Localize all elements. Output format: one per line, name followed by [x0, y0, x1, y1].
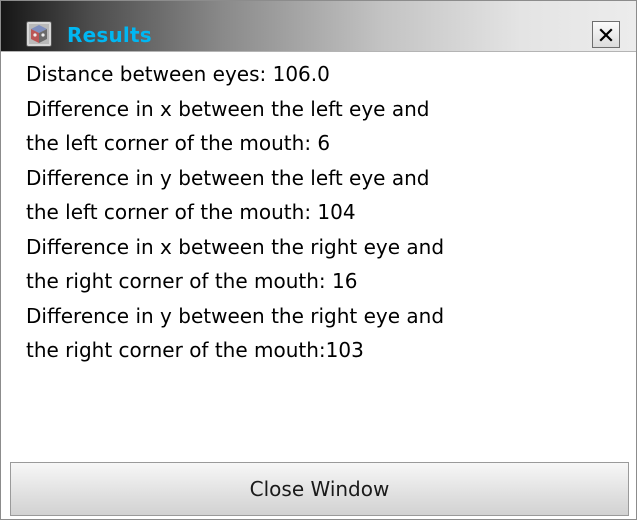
result-line: Difference in x between the left eye and — [26, 96, 430, 121]
app-icon — [26, 21, 52, 47]
result-line: the right corner of the mouth: 16 — [26, 269, 358, 293]
result-line: Distance between eyes: 106.0 — [26, 62, 330, 86]
results-window: Results Distance between eyes: 106.0 Dif… — [0, 0, 637, 520]
result-line: the left corner of the mouth: 6 — [26, 131, 331, 155]
result-line: Difference in y between the right eye an… — [26, 303, 445, 328]
result-line: the right corner of the mouth:103 — [26, 338, 364, 362]
title-bar[interactable]: Results — [1, 1, 636, 52]
result-line: Difference in x between the right eye an… — [26, 234, 445, 259]
result-line: Difference in y between the left eye and — [26, 165, 430, 190]
window-title: Results — [67, 23, 152, 47]
close-x-button[interactable] — [592, 21, 620, 48]
close-window-button[interactable]: Close Window — [10, 462, 629, 516]
result-line: the left corner of the mouth: 104 — [26, 200, 356, 224]
results-text: Distance between eyes: 106.0 Difference … — [26, 57, 621, 368]
close-icon — [599, 27, 613, 42]
